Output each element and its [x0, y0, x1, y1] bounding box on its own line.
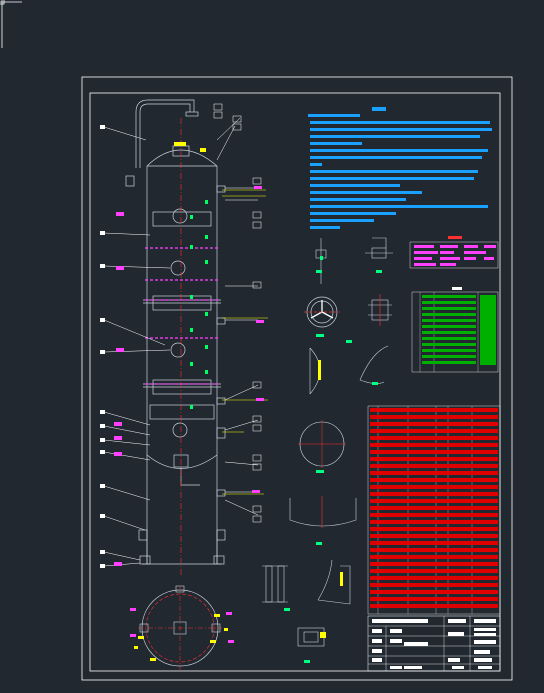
plan-view-marks [134, 614, 228, 661]
detail-dished-head-tag [372, 382, 378, 385]
right-callouts [216, 117, 259, 516]
technical-notes-block [308, 107, 492, 229]
detail-tee [365, 237, 393, 259]
detail-nozzle-a [315, 238, 327, 284]
detail-flange-block [368, 294, 392, 326]
parts-list-table [367, 405, 501, 615]
crosshair-cursor-icon [0, 0, 22, 48]
detail-curved-support-mark [340, 572, 343, 586]
top-nozzle-tags [174, 142, 206, 152]
detail-flange-tag [346, 340, 352, 343]
detail-curved-support [317, 559, 351, 605]
column-elevation [125, 99, 226, 565]
detail-tray-plan-tag [316, 470, 324, 473]
plan-view [138, 585, 222, 670]
detail-downcomer-tag [316, 542, 322, 545]
detail-support-bracket [262, 565, 288, 603]
left-magenta-tags [114, 212, 124, 566]
right-yellow-leaders [222, 189, 268, 495]
detail-support-tag [284, 608, 290, 611]
right-callout-tags [213, 103, 262, 523]
detail-bottom-flange-mark [320, 632, 326, 638]
detail-tee-tag [376, 270, 382, 273]
detail-tray-plan [298, 420, 346, 468]
right-magenta-tags [252, 186, 264, 493]
detail-dished-head-marks [318, 360, 321, 380]
design-data-table [409, 236, 499, 269]
cad-drawing-canvas[interactable] [0, 0, 544, 693]
title-block [367, 615, 501, 672]
detail-nozzle-a-marks [316, 256, 323, 273]
left-callouts [103, 126, 171, 567]
detail-handwheel-tag [316, 334, 324, 337]
plan-view-tags [130, 608, 234, 643]
detail-bottom-flange-tag [304, 660, 310, 663]
outer-frame [81, 76, 513, 681]
detail-dished-head [309, 345, 389, 395]
left-callout-tags [100, 125, 105, 568]
nozzle-table [411, 287, 499, 373]
tray-numbers [190, 200, 208, 409]
detail-downcomer [289, 496, 357, 528]
detail-handwheel [304, 296, 340, 328]
